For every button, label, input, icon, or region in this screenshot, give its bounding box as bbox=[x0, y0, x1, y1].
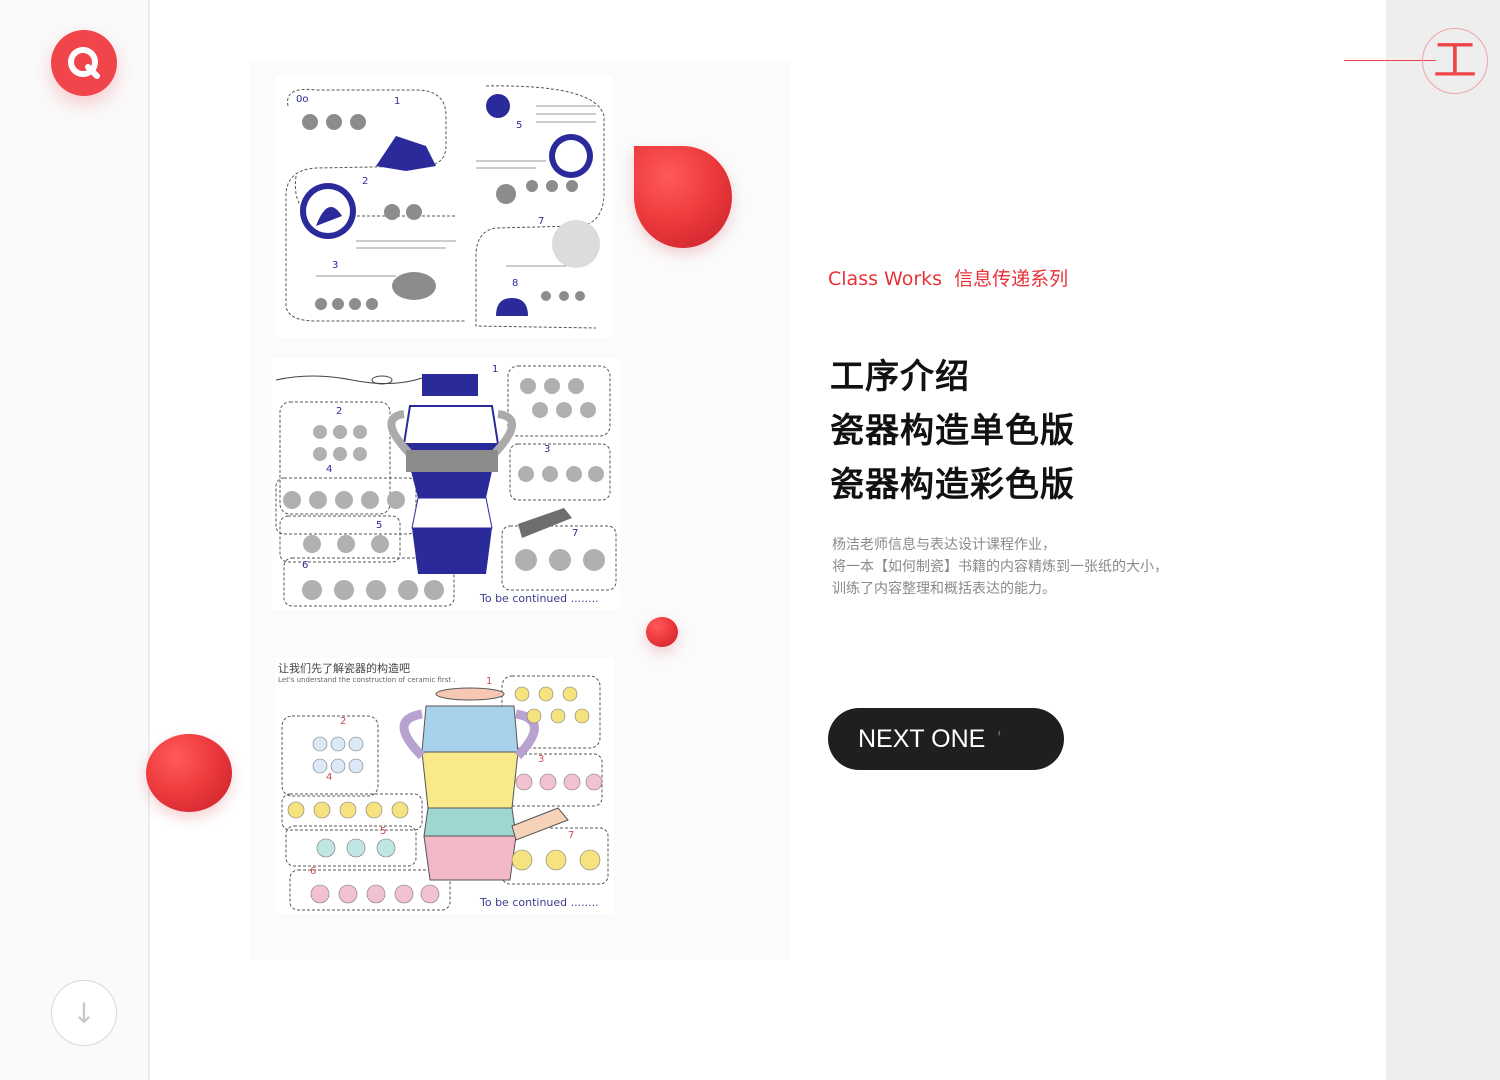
poster3-subheading: Let's understand the construction of cer… bbox=[278, 676, 456, 684]
svg-text:1: 1 bbox=[492, 364, 498, 375]
svg-text:8: 8 bbox=[512, 278, 518, 289]
description-line-2: 将一本【如何制瓷】书籍的内容精炼到一张纸的大小， bbox=[832, 559, 1168, 575]
project-titles: 工序介绍 瓷器构造单色版 瓷器构造彩色版 bbox=[830, 350, 1075, 512]
svg-text:7: 7 bbox=[572, 528, 578, 539]
svg-text:5: 5 bbox=[376, 520, 382, 531]
next-one-trail: ' bbox=[997, 727, 1002, 750]
logo[interactable] bbox=[51, 30, 117, 96]
svg-text:4: 4 bbox=[326, 772, 332, 783]
svg-text:3: 3 bbox=[332, 260, 338, 271]
scroll-down-button[interactable]: ↓ bbox=[51, 980, 117, 1046]
poster-structure-mono[interactable]: 2 4 5 6 1 3 7 To be continued ........ bbox=[272, 358, 620, 610]
svg-text:1: 1 bbox=[394, 96, 400, 107]
svg-text:2: 2 bbox=[362, 176, 368, 187]
svg-text:6: 6 bbox=[310, 866, 316, 877]
decor-sphere-left bbox=[146, 734, 232, 812]
project-description: 杨洁老师信息与表达设计课程作业， 将一本【如何制瓷】书籍的内容精炼到一张纸的大小… bbox=[832, 534, 1168, 600]
left-rail bbox=[0, 0, 150, 1080]
svg-text:6: 6 bbox=[302, 560, 308, 571]
poster2-caption: To be continued ........ bbox=[480, 592, 599, 605]
title-color: 瓷器构造彩色版 bbox=[830, 465, 1075, 505]
q-logo-icon bbox=[68, 47, 100, 79]
title-mono: 瓷器构造单色版 bbox=[830, 411, 1075, 451]
next-one-button[interactable]: NEXT ONE ' bbox=[828, 708, 1064, 770]
poster-process[interactable]: 0o 1 2 3 5 7 8 bbox=[276, 76, 612, 338]
vase-color-illustration: 2 4 5 6 1 3 7 bbox=[281, 675, 609, 911]
section-badge[interactable]: 工 bbox=[1422, 28, 1488, 94]
eyebrow-en: Class Works bbox=[828, 268, 943, 290]
svg-text:2: 2 bbox=[340, 716, 346, 727]
next-one-label: NEXT ONE bbox=[858, 724, 986, 753]
svg-text:3: 3 bbox=[538, 754, 544, 765]
right-rail bbox=[1386, 0, 1500, 1080]
title-process: 工序介绍 bbox=[830, 357, 970, 397]
svg-text:7: 7 bbox=[538, 216, 544, 227]
vase-mono-illustration: 2 4 5 6 1 3 7 bbox=[275, 364, 617, 607]
eyebrow: Class Works 信息传递系列 bbox=[828, 264, 1068, 291]
poster3-caption: To be continued ........ bbox=[480, 896, 599, 909]
poster-structure-color[interactable]: 让我们先了解瓷器的构造吧 Let's understand the constr… bbox=[276, 658, 614, 914]
poster3-heading: 让我们先了解瓷器的构造吧 bbox=[278, 662, 410, 675]
process-illustration: 0o 1 2 3 5 7 8 bbox=[285, 85, 605, 329]
section-badge-glyph: 工 bbox=[1433, 35, 1477, 86]
svg-text:4: 4 bbox=[326, 464, 332, 475]
svg-text:5: 5 bbox=[516, 120, 522, 131]
svg-text:3: 3 bbox=[544, 444, 550, 455]
description-line-1: 杨洁老师信息与表达设计课程作业， bbox=[832, 537, 1056, 553]
arrow-down-icon: ↓ bbox=[72, 996, 96, 1030]
decor-sphere-small bbox=[646, 617, 678, 647]
svg-text:7: 7 bbox=[568, 830, 574, 841]
svg-text:1: 1 bbox=[486, 676, 492, 687]
eyebrow-cn: 信息传递系列 bbox=[954, 268, 1069, 290]
svg-text:5: 5 bbox=[380, 826, 386, 837]
description-line-3: 训练了内容整理和概括表达的能力。 bbox=[832, 581, 1056, 597]
svg-text:2: 2 bbox=[336, 406, 342, 417]
svg-text:0o: 0o bbox=[296, 94, 308, 105]
decor-sphere-large bbox=[634, 146, 732, 248]
